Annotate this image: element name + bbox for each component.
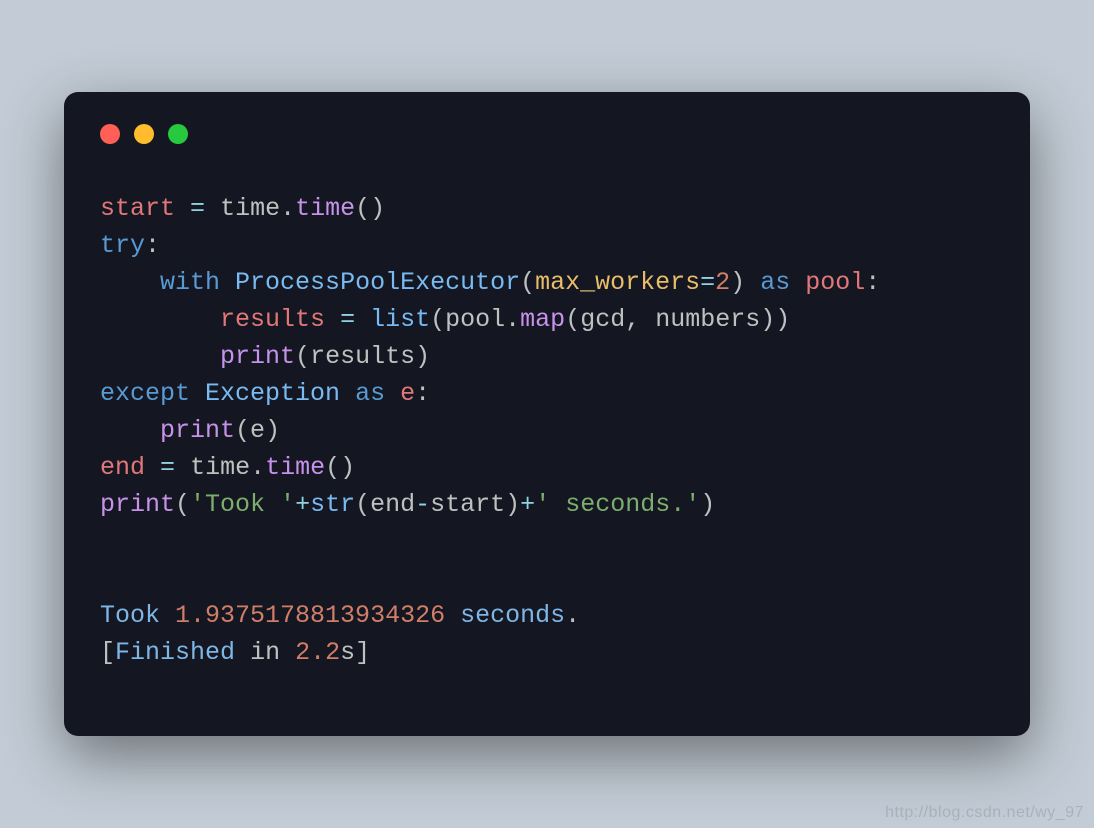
code-window: start = time.time() try: with ProcessPoo… — [64, 92, 1030, 736]
code-line-1: start = time.time() — [100, 194, 385, 223]
code-block: start = time.time() try: with ProcessPoo… — [100, 190, 994, 671]
output-line-2: [Finished in 2.2s] — [100, 638, 370, 667]
watermark-text: http://blog.csdn.net/wy_97 — [885, 804, 1084, 822]
code-line-3: with ProcessPoolExecutor(max_workers=2) … — [100, 268, 880, 297]
fullscreen-icon[interactable] — [168, 124, 188, 144]
code-line-5: print(results) — [100, 342, 430, 371]
code-line-7: print(e) — [100, 416, 280, 445]
code-line-6: except Exception as e: — [100, 379, 430, 408]
code-line-9: print('Took '+str(end-start)+' seconds.'… — [100, 490, 715, 519]
code-line-8: end = time.time() — [100, 453, 355, 482]
output-line-1: Took 1.9375178813934326 seconds. — [100, 601, 580, 630]
close-icon[interactable] — [100, 124, 120, 144]
code-line-2: try: — [100, 231, 160, 260]
minimize-icon[interactable] — [134, 124, 154, 144]
traffic-lights — [100, 124, 994, 144]
code-line-4: results = list(pool.map(gcd, numbers)) — [100, 305, 790, 334]
